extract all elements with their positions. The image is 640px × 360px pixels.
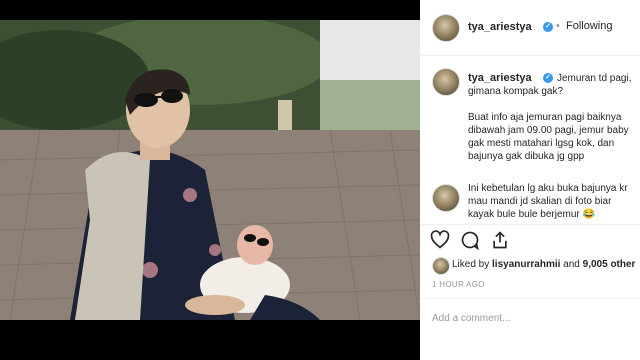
- verified-badge-icon: ✓: [543, 73, 553, 83]
- photo-illustration: [0, 20, 420, 320]
- caption-line1: Jemuran td pagi,: [557, 73, 632, 84]
- divider: [420, 224, 640, 225]
- add-comment-input[interactable]: Add a comment...: [432, 313, 510, 324]
- caption-line2: gimana kompak gak?: [468, 86, 564, 97]
- comment-text: Ini kebetulan lg aku buka bajunya kr mau…: [468, 183, 628, 220]
- caption-avatar[interactable]: [432, 68, 460, 96]
- author-avatar[interactable]: [432, 14, 460, 42]
- liked-by-line[interactable]: Liked by lisyanurrahmii and 9,005 other: [452, 259, 635, 270]
- post-header: tya_ariestya ✓ • Following: [420, 0, 640, 56]
- post-timestamp[interactable]: 1 HOUR AGO: [432, 280, 485, 289]
- share-icon[interactable]: [490, 230, 510, 250]
- caption-paragraph: Buat info aja jemuran pagi baiknya dibaw…: [468, 112, 629, 162]
- woman-hand: [185, 295, 245, 315]
- liked-mid: and: [563, 259, 580, 270]
- liked-user[interactable]: lisyanurrahmii: [492, 259, 560, 270]
- comment-avatar[interactable]: [432, 184, 460, 212]
- caption-username[interactable]: tya_ariestya: [468, 72, 532, 84]
- verified-badge-icon: ✓: [543, 22, 553, 32]
- grass-strip: [320, 80, 420, 135]
- post-media: [0, 0, 420, 360]
- following-button[interactable]: Following: [566, 20, 612, 32]
- liked-prefix: Liked by: [452, 259, 490, 270]
- author-username[interactable]: tya_ariestya: [468, 21, 532, 33]
- liker-avatar[interactable]: [432, 257, 450, 275]
- post-side-panel: tya_ariestya ✓ • Following tya_ariestya …: [420, 0, 640, 360]
- liked-count[interactable]: 9,005 other: [583, 259, 636, 270]
- divider: [420, 298, 640, 299]
- comment-bubble-icon[interactable]: [460, 230, 480, 250]
- post-photo[interactable]: [0, 20, 420, 320]
- follow-separator: •: [556, 20, 560, 32]
- heart-icon[interactable]: [430, 230, 450, 250]
- baby-head: [237, 225, 273, 265]
